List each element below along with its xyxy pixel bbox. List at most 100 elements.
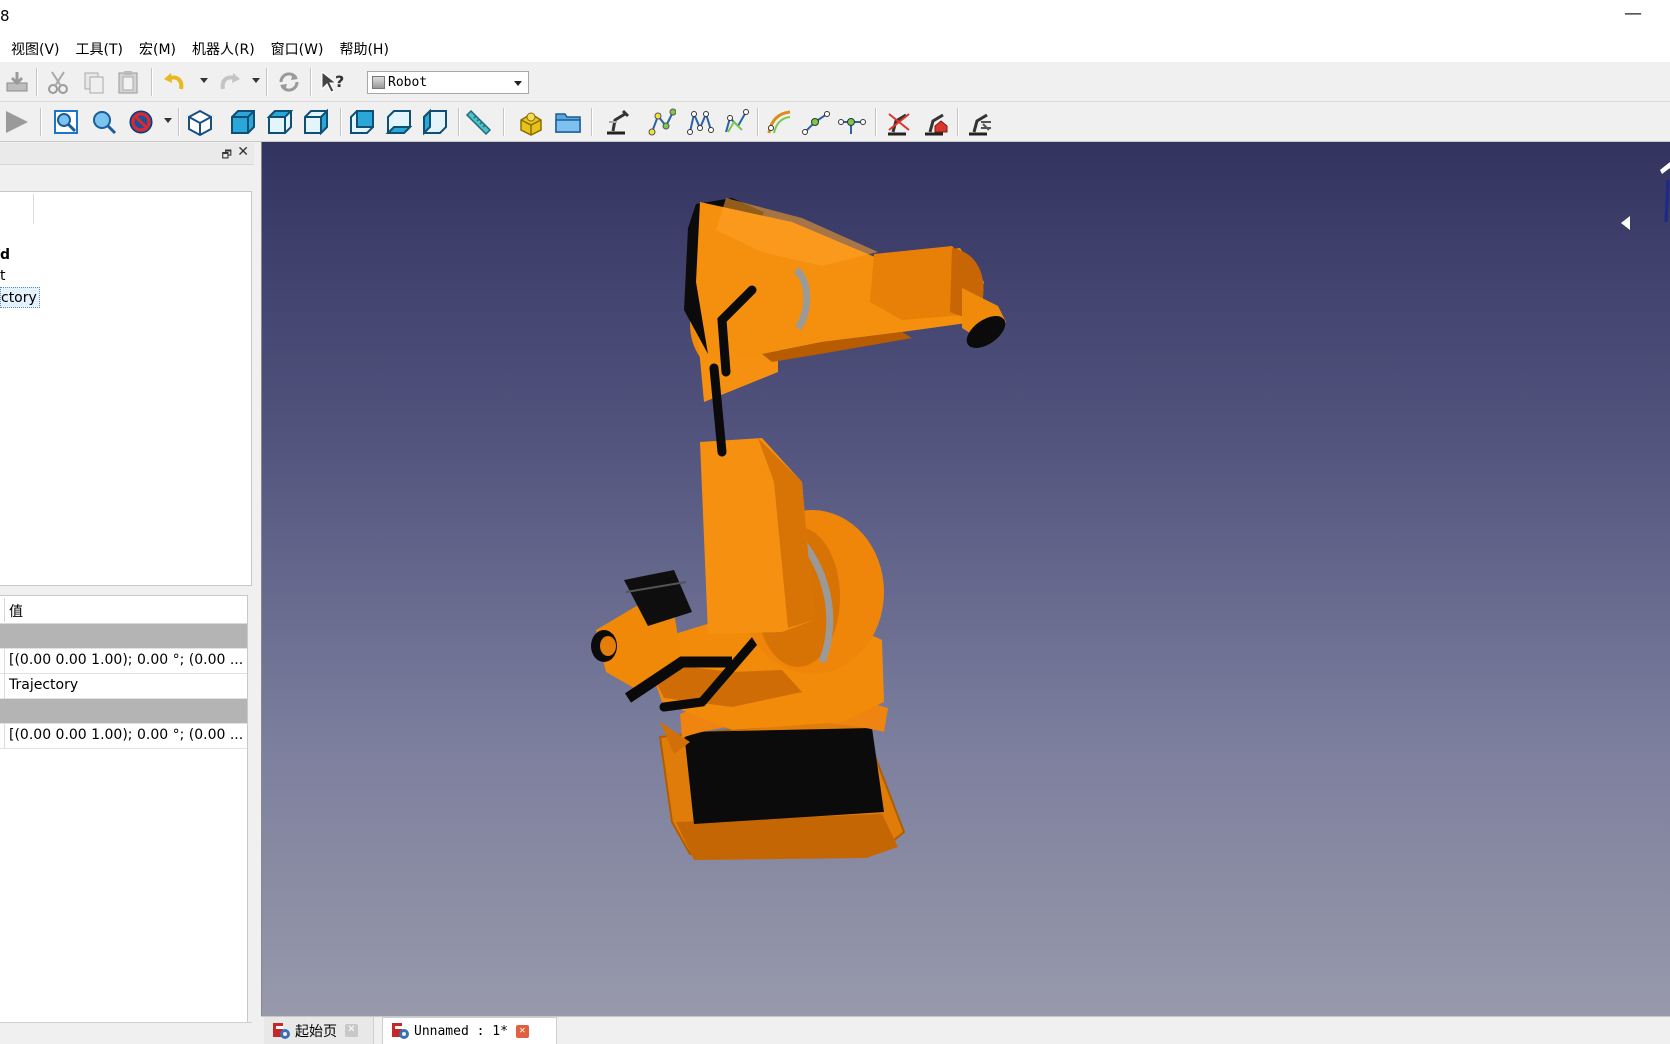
toolbar-separator — [757, 108, 759, 136]
navcube-left-arrow-icon[interactable] — [1621, 216, 1630, 230]
toolbar-separator — [266, 68, 268, 96]
trajectory-compound-icon[interactable] — [686, 108, 714, 136]
freecad-icon — [392, 1023, 409, 1039]
isometric-view-icon[interactable] — [186, 108, 214, 136]
toolbar-separator — [36, 68, 38, 96]
minimize-button[interactable]: — — [1618, 4, 1648, 28]
toolbar-separator — [503, 108, 505, 136]
toolbar-separator — [458, 108, 460, 136]
svg-text:?: ? — [335, 72, 344, 91]
combo-view-panel: 🗗 ✕ d t ctory 值 [(0.00 0.00 1.00); 0.00 … — [0, 143, 260, 1044]
tab-label: Unnamed : 1* — [414, 1023, 508, 1039]
robot-kuka-export-icon[interactable] — [884, 108, 912, 136]
property-row-base[interactable]: [(0.00 0.00 1.00); 0.00 °; (0.00 ... — [0, 724, 247, 749]
top-view-icon[interactable] — [266, 108, 294, 136]
toolbar-separator — [340, 108, 342, 136]
toolbar-separator — [875, 108, 877, 136]
robot-home-icon[interactable] — [921, 108, 949, 136]
menu-window[interactable]: 窗口(W) — [271, 39, 324, 59]
property-value: [(0.00 0.00 1.00); 0.00 °; (0.00 ... — [9, 652, 244, 668]
freecad-icon — [273, 1022, 290, 1039]
front-view-icon[interactable] — [229, 108, 257, 136]
tree-column-divider — [33, 194, 34, 224]
column-divider — [4, 674, 5, 699]
model-tree: d t ctory — [0, 191, 252, 586]
property-header: 值 — [0, 596, 247, 624]
measure-icon[interactable] — [465, 108, 493, 136]
menu-bar: 视图(V) 工具(T) 宏(M) 机器人(R) 窗口(W) 帮助(H) — [0, 36, 1670, 62]
view-toolbar — [0, 102, 1670, 142]
fit-selection-icon[interactable] — [90, 108, 118, 136]
property-view: 值 [(0.00 0.00 1.00); 0.00 °; (0.00 ... T… — [0, 595, 248, 1044]
redo-icon[interactable] — [216, 68, 244, 96]
3d-viewport[interactable] — [261, 142, 1670, 1016]
menu-robot[interactable]: 机器人(R) — [192, 39, 255, 59]
chevron-down-icon — [514, 81, 522, 86]
refresh-icon[interactable] — [275, 68, 303, 96]
workbench-selector[interactable]: Robot — [367, 71, 529, 94]
robot-simulate-icon[interactable] — [603, 108, 631, 136]
toolbar-separator — [151, 68, 153, 96]
toolbar-separator — [40, 108, 42, 136]
panel-bottom-strip — [0, 1022, 252, 1044]
property-group-row[interactable] — [0, 624, 247, 649]
insert-waypoint-icon[interactable] — [802, 108, 830, 136]
window-title: 8 — [0, 7, 10, 25]
navcube-edge-icon[interactable] — [1656, 162, 1670, 222]
paste-icon[interactable] — [114, 68, 142, 96]
robot-tool-icon[interactable] — [965, 108, 993, 136]
value-column-header: 值 — [9, 604, 23, 620]
right-view-icon[interactable] — [302, 108, 330, 136]
trajectory-dressup-icon[interactable] — [722, 108, 750, 136]
robot-workbench-icon — [372, 76, 385, 89]
insert-waypoint-preselect-icon[interactable] — [838, 108, 866, 136]
toolbar-separator — [591, 108, 593, 136]
menu-view[interactable]: 视图(V) — [11, 39, 60, 59]
import-icon[interactable] — [3, 68, 31, 96]
property-row-placement[interactable]: [(0.00 0.00 1.00); 0.00 °; (0.00 ... — [0, 649, 247, 674]
play-macro-icon[interactable] — [2, 108, 30, 136]
file-toolbar: ? Robot — [0, 62, 1670, 102]
tree-item-robot[interactable]: t — [0, 266, 6, 287]
menu-macro[interactable]: 宏(M) — [139, 39, 176, 59]
cut-icon[interactable] — [44, 68, 72, 96]
column-divider — [4, 724, 5, 749]
toolbar-separator — [957, 108, 959, 136]
trajectory-icon[interactable] — [648, 108, 676, 136]
toolbar-separator — [178, 108, 180, 136]
document-tab-bar: 起始页 ✕ Unnamed : 1* ✕ — [261, 1016, 1670, 1044]
draw-style-icon[interactable] — [127, 108, 155, 136]
menu-tools[interactable]: 工具(T) — [76, 39, 123, 59]
title-bar: 8 — — [0, 0, 1670, 36]
undo-icon[interactable] — [160, 68, 188, 96]
left-view-icon[interactable] — [421, 108, 449, 136]
robot-model[interactable] — [262, 142, 1670, 1016]
property-value: Trajectory — [9, 677, 79, 693]
copy-icon[interactable] — [80, 68, 108, 96]
edge-to-trajectory-icon[interactable] — [765, 108, 793, 136]
tab-start-page[interactable]: 起始页 ✕ — [264, 1017, 374, 1044]
bottom-view-icon[interactable] — [385, 108, 413, 136]
open-folder-icon[interactable] — [554, 108, 582, 136]
tab-label: 起始页 — [295, 1023, 337, 1040]
close-panel-icon[interactable]: ✕ — [237, 144, 249, 160]
toolbar-separator — [310, 68, 312, 96]
property-value: [(0.00 0.00 1.00); 0.00 °; (0.00 ... — [9, 727, 244, 743]
fit-all-icon[interactable] — [52, 108, 80, 136]
part-icon[interactable] — [517, 108, 545, 136]
tab-unnamed-document[interactable]: Unnamed : 1* ✕ — [382, 1017, 557, 1044]
menu-help[interactable]: 帮助(H) — [339, 39, 388, 59]
draw-style-dropdown-icon[interactable] — [164, 118, 172, 123]
property-group-row[interactable] — [0, 699, 247, 724]
close-tab-icon[interactable]: ✕ — [515, 1024, 529, 1038]
rear-view-icon[interactable] — [348, 108, 376, 136]
whats-this-icon[interactable]: ? — [318, 68, 346, 96]
workbench-label: Robot — [388, 75, 428, 90]
close-tab-icon[interactable]: ✕ — [345, 1024, 358, 1037]
redo-dropdown-icon[interactable] — [252, 78, 260, 83]
property-row-label[interactable]: Trajectory — [0, 674, 247, 699]
tree-item-trajectory[interactable]: ctory — [0, 287, 40, 308]
float-panel-icon[interactable]: 🗗 — [222, 146, 232, 165]
tree-item-document[interactable]: d — [0, 245, 10, 266]
undo-dropdown-icon[interactable] — [200, 78, 208, 83]
